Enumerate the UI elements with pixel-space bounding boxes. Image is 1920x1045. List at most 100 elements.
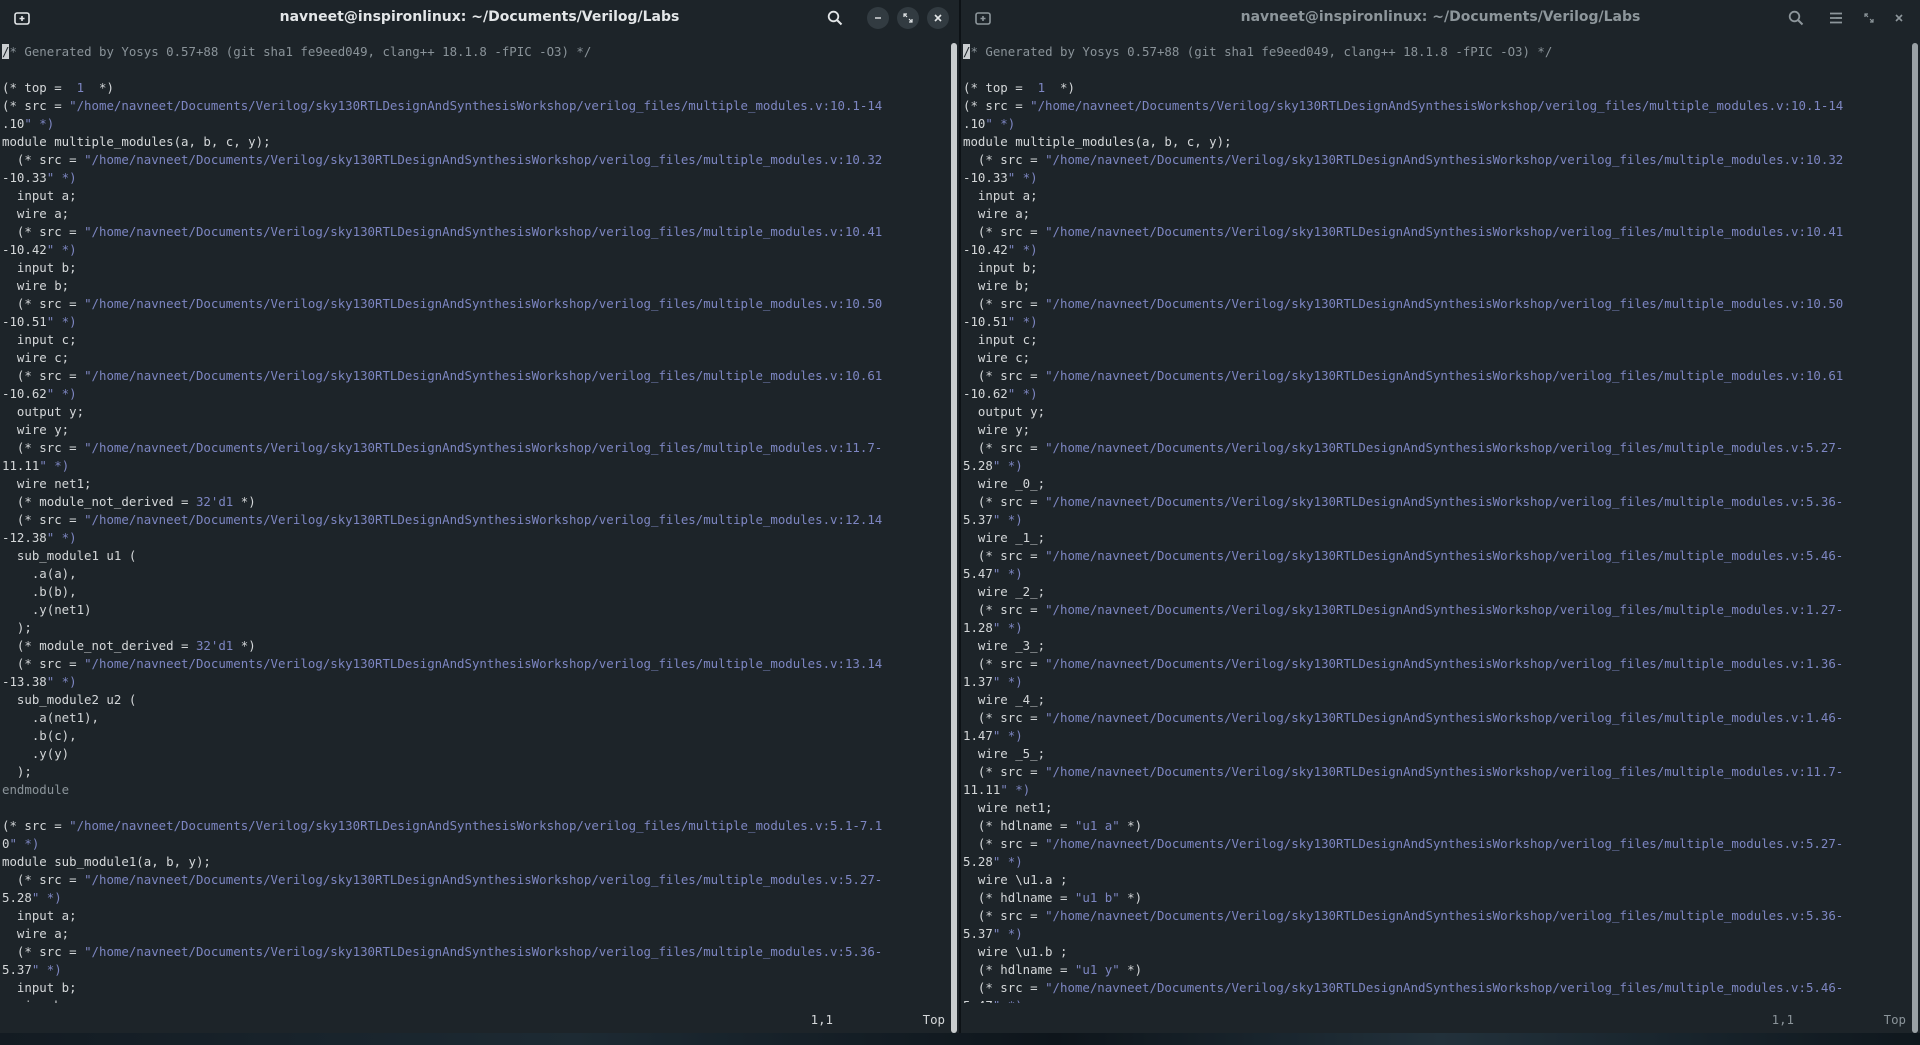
terminal-text-area[interactable]: /* Generated by Yosys 0.57+88 (git sha1 … [963, 43, 1906, 1003]
code-line: (* src = "/home/navneet/Documents/Verilo… [963, 548, 1844, 563]
code-line: (* src = "/home/navneet/Documents/Verilo… [2, 818, 883, 833]
search-icon[interactable] [823, 6, 847, 30]
titlebar-right: navneet@inspironlinux: ~/Documents/Veril… [961, 0, 1920, 36]
code-line: -10.33" *) [963, 170, 1038, 185]
code-line: input b; [963, 260, 1038, 275]
code-line: 5.37" *) [2, 962, 62, 977]
code-line: (* src = "/home/navneet/Documents/Verilo… [2, 656, 883, 671]
window-title: navneet@inspironlinux: ~/Documents/Veril… [279, 9, 680, 25]
code-line: (* src = "/home/navneet/Documents/Verilo… [2, 98, 883, 113]
code-line: -10.51" *) [963, 314, 1038, 329]
code-line: .b(c), [2, 728, 77, 743]
code-line: wire y; [963, 422, 1031, 437]
close-icon[interactable] [927, 7, 949, 29]
code-line: 5.37" *) [963, 512, 1023, 527]
code-line: ); [2, 764, 32, 779]
code-line: input a; [963, 188, 1038, 203]
unmaximize-icon[interactable] [1858, 7, 1880, 29]
code-line: (* src = "/home/navneet/Documents/Verilo… [2, 440, 883, 455]
terminal-text-area[interactable]: /* Generated by Yosys 0.57+88 (git sha1 … [2, 43, 945, 1003]
code-line: .10" *) [2, 116, 55, 131]
code-line: wire y; [2, 422, 70, 437]
search-icon[interactable] [1784, 6, 1808, 30]
code-line: (* src = "/home/navneet/Documents/Verilo… [2, 368, 883, 383]
scrollbar-thumb[interactable] [951, 43, 957, 1033]
code-line: -12.38" *) [2, 530, 77, 545]
unmaximize-icon[interactable] [897, 7, 919, 29]
code-line: (* hdlname = "u1 b" *) [963, 890, 1143, 905]
code-line: wire a; [2, 926, 70, 941]
code-line: sub_module2 u2 ( [2, 692, 137, 707]
code-line: input c; [963, 332, 1038, 347]
code-line: -10.62" *) [2, 386, 77, 401]
code-line: (* src = "/home/navneet/Documents/Verilo… [2, 944, 883, 959]
code-line: module sub_module1(a, b, y); [2, 854, 211, 869]
code-line: 5.28" *) [963, 458, 1023, 473]
code-line: 1.28" *) [963, 620, 1023, 635]
code-line: (* top = 1 *) [2, 80, 114, 95]
code-line: wire a; [2, 206, 70, 221]
code-line: wire _1_; [963, 530, 1046, 545]
code-line: (* hdlname = "u1 y" *) [963, 962, 1143, 977]
code-line: (* src = "/home/navneet/Documents/Verilo… [963, 296, 1844, 311]
code-line: 5.28" *) [963, 854, 1023, 869]
code-line: (* src = "/home/navneet/Documents/Verilo… [2, 224, 883, 239]
code-line: (* module_not_derived = 32'd1 *) [2, 494, 256, 509]
code-line: (* module_not_derived = 32'd1 *) [2, 638, 256, 653]
terminal-window-right[interactable]: navneet@inspironlinux: ~/Documents/Veril… [961, 0, 1920, 1033]
cursor-position: 1,1 [810, 1012, 833, 1027]
code-line: .10" *) [963, 116, 1016, 131]
code-line: wire \u1.a ; [963, 872, 1068, 887]
code-line: (* src = "/home/navneet/Documents/Verilo… [963, 980, 1844, 995]
code-line: (* src = "/home/navneet/Documents/Verilo… [2, 872, 883, 887]
code-line: -10.42" *) [2, 242, 77, 257]
scrollbar[interactable] [951, 43, 957, 1033]
code-line: (* src = "/home/navneet/Documents/Verilo… [963, 494, 1844, 509]
code-line: wire _2_; [963, 584, 1046, 599]
code-line: (* src = "/home/navneet/Documents/Verilo… [963, 602, 1844, 617]
desktop-background [0, 1033, 1920, 1045]
code-line: 11.11" *) [963, 782, 1031, 797]
close-icon[interactable] [1888, 7, 1910, 29]
code-line: -10.42" *) [963, 242, 1038, 257]
scroll-position: Top [922, 1012, 945, 1027]
code-line: 1.47" *) [963, 728, 1023, 743]
minimize-icon[interactable] [1828, 7, 1850, 29]
code-line: input a; [2, 908, 77, 923]
code-line: (* src = "/home/navneet/Documents/Verilo… [2, 152, 883, 167]
code-line: 1.37" *) [963, 674, 1023, 689]
code-line: wire _3_; [963, 638, 1046, 653]
minimize-icon[interactable] [867, 7, 889, 29]
code-line: (* src = "/home/navneet/Documents/Verilo… [2, 296, 883, 311]
code-line: endmodule [2, 782, 70, 797]
scrollbar-thumb[interactable] [1912, 43, 1918, 1033]
code-line: -10.51" *) [2, 314, 77, 329]
code-line: sub_module1 u1 ( [2, 548, 137, 563]
code-line: module multiple_modules(a, b, c, y); [2, 134, 271, 149]
titlebar-left: navneet@inspironlinux: ~/Documents/Veril… [0, 0, 959, 36]
code-line: (* src = "/home/navneet/Documents/Verilo… [963, 98, 1844, 113]
code-line: wire net1; [963, 800, 1053, 815]
code-line: -10.62" *) [963, 386, 1038, 401]
vim-status-line: 1,1 Top [645, 1012, 945, 1030]
code-line: 5.47" *) [963, 566, 1023, 581]
terminal-window-left[interactable]: navneet@inspironlinux: ~/Documents/Veril… [0, 0, 959, 1033]
code-line: wire _5_; [963, 746, 1046, 761]
code-line: (* top = 1 *) [963, 80, 1075, 95]
code-line: input a; [2, 188, 77, 203]
code-line: .y(net1) [2, 602, 92, 617]
code-line: .a(net1), [2, 710, 99, 725]
cursor-position: 1,1 [1771, 1012, 1794, 1027]
code-line: output y; [963, 404, 1046, 419]
code-line: wire c; [963, 350, 1031, 365]
scrollbar[interactable] [1912, 43, 1918, 1033]
code-line: input b; [2, 260, 77, 275]
code-line: (* src = "/home/navneet/Documents/Verilo… [963, 224, 1844, 239]
code-line: (* src = "/home/navneet/Documents/Verilo… [963, 764, 1844, 779]
code-line: wire net1; [2, 476, 92, 491]
code-line: 11.11" *) [2, 458, 70, 473]
code-line: /* Generated by Yosys 0.57+88 (git sha1 … [2, 44, 592, 59]
code-line: wire b; [963, 278, 1031, 293]
